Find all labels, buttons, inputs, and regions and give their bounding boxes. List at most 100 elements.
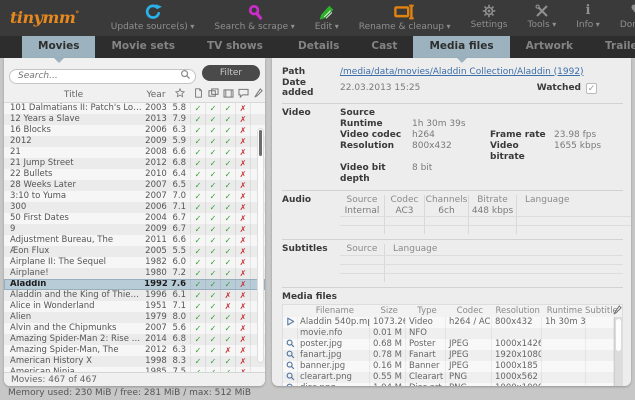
play-icon[interactable] — [283, 317, 298, 328]
movie-row[interactable]: Airplane! 1980 7.2 ✓ ✓ ✓ ✗ — [4, 267, 265, 279]
movie-row[interactable]: 9 2009 6.7 ✓ ✓ ✓ ✗ — [4, 223, 265, 235]
watched-checkbox[interactable]: ✓ — [586, 82, 597, 94]
movie-row[interactable]: Alice in Wonderland 1951 7.1 ✓ ✓ ✗ ✗ — [4, 300, 265, 312]
subtitles-section-label: Subtitles — [282, 244, 328, 254]
media-file-row[interactable]: clearart.png 0.55 M Clearart PNG 1000x562 — [283, 372, 622, 383]
media-file-row[interactable]: poster.jpg 0.68 M Poster JPEG 1000x1426 — [283, 339, 622, 350]
column-filename[interactable]: Filename — [298, 305, 370, 317]
movie-row[interactable]: American History X 1998 8.3 ✓ ✓ ✓ ✗ — [4, 355, 265, 367]
donate-button[interactable]: Donate — [610, 0, 635, 30]
trailer-icon[interactable] — [221, 88, 236, 101]
tab-details[interactable]: Details — [282, 36, 355, 58]
tab-cast[interactable]: Cast — [355, 36, 413, 58]
movie-row[interactable]: 16 Blocks 2006 6.3 ✓ ✓ ✓ ✗ — [4, 124, 265, 136]
movie-row[interactable]: Amazing Spider-Man, The 2012 6.3 ✓ ✓ ✗ ✗ — [4, 344, 265, 356]
tab-movies[interactable]: Movies — [22, 36, 96, 63]
trailer-present-check-icon: ✓ — [221, 355, 236, 367]
zoom-icon[interactable] — [283, 339, 298, 350]
movie-row[interactable]: Amazing Spider-Man 2: Rise of Electro, .… — [4, 333, 265, 345]
column-year[interactable]: Year — [143, 90, 169, 100]
scrollbar-thumb[interactable] — [616, 319, 621, 351]
tab-tv-shows[interactable]: TV shows — [191, 36, 279, 58]
bit-depth-label: Video bit depth — [340, 163, 386, 184]
column-size[interactable]: Size — [370, 305, 406, 317]
edit-button[interactable]: Edit — [305, 0, 349, 32]
subtitle-missing-cross-icon: ✗ — [236, 300, 251, 312]
tab-media-files[interactable]: Media files — [413, 36, 510, 63]
subtitle-missing-cross-icon: ✗ — [236, 278, 251, 290]
column-runtime[interactable]: Runtime — [541, 305, 585, 317]
tab-movie-sets[interactable]: Movie sets — [95, 36, 191, 58]
settings-button[interactable]: Settings — [461, 0, 518, 30]
images-present-check-icon: ✓ — [206, 190, 221, 202]
nfo-present-check-icon: ✓ — [191, 344, 206, 356]
subtitle-missing-cross-icon: ✗ — [236, 311, 251, 323]
column-resolution[interactable]: Resolution — [491, 305, 541, 317]
subtitles-icon[interactable] — [236, 88, 251, 101]
movie-row[interactable]: Alien 1979 8.0 ✓ ✓ ✓ ✗ — [4, 311, 265, 323]
trailer-present-check-icon: ✓ — [221, 201, 236, 213]
nfo-present-check-icon: ✓ — [191, 322, 206, 334]
rename-and-cleanup-button[interactable]: Rename & cleanup — [349, 0, 461, 32]
filter-button[interactable]: Filter — [202, 65, 260, 82]
path-link[interactable]: /media/data/movies/Aladdin Collection/Al… — [340, 67, 584, 77]
subtitle-missing-cross-icon: ✗ — [236, 157, 251, 169]
movie-row[interactable]: Aladdin 1992 7.6 ✓ ✓ ✓ ✗ — [4, 278, 265, 290]
zoom-icon[interactable] — [283, 361, 298, 372]
trailer-missing-cross-icon: ✗ — [221, 289, 236, 301]
column-codec[interactable]: Codec — [445, 305, 491, 317]
movie-row[interactable]: 21 Jump Street 2012 6.8 ✓ ✓ ✓ ✗ — [4, 157, 265, 169]
media-file-row[interactable]: movie.nfo 0.01 M NFO — [283, 328, 622, 339]
column-title[interactable]: Title — [4, 90, 143, 100]
trailer-present-check-icon: ✓ — [221, 190, 236, 202]
nfo-present-check-icon: ✓ — [191, 333, 206, 345]
trailer-present-check-icon: ✓ — [221, 113, 236, 125]
movie-row[interactable]: Adjustment Bureau, The 2011 6.6 ✓ ✓ ✓ ✗ — [4, 234, 265, 246]
media-file-row[interactable]: fanart.jpg 0.78 M Fanart JPEG 1920x1080 — [283, 350, 622, 361]
movie-row[interactable]: 22 Bullets 2010 6.4 ✓ ✓ ✓ ✗ — [4, 168, 265, 180]
column-subtitle[interactable]: Subtitle — [585, 305, 618, 317]
movie-row[interactable]: 50 First Dates 2004 6.7 ✓ ✓ ✓ ✗ — [4, 212, 265, 224]
edit-columns-pencil-icon[interactable] — [613, 305, 622, 317]
media-file-row[interactable]: Aladdin 540p.mp41073.26 MVideoh264 / AC3… — [283, 317, 622, 328]
zoom-icon[interactable] — [283, 350, 298, 361]
movie-row[interactable]: Alvin and the Chipmunks 2007 5.6 ✓ ✓ ✓ ✗ — [4, 322, 265, 334]
subtitle-missing-cross-icon: ✗ — [236, 256, 251, 268]
zoom-icon[interactable] — [283, 372, 298, 383]
media-file-row[interactable]: banner.jpg 0.16 M Banner JPEG 1000x185 — [283, 361, 622, 372]
star-icon[interactable] — [169, 87, 191, 101]
audio-section-label: Audio — [282, 195, 312, 205]
nfo-present-check-icon: ✓ — [191, 146, 206, 158]
movie-row[interactable]: Airplane II: The Sequel 1982 6.0 ✓ ✓ ✓ ✗ — [4, 256, 265, 268]
images-icon[interactable] — [206, 88, 221, 101]
movie-row[interactable]: Æon Flux 2005 5.5 ✓ ✓ ✓ ✗ — [4, 245, 265, 257]
trailer-present-check-icon: ✓ — [221, 146, 236, 158]
movie-row[interactable]: 12 Years a Slave 2013 7.9 ✓ ✓ ✓ ✗ — [4, 113, 265, 125]
tab-trailer[interactable]: Trailer — [589, 36, 635, 58]
search-and-scrape-button[interactable]: Search & scrape — [204, 0, 304, 32]
movie-table-body: 101 Dalmatians II: Patch's London Adve..… — [4, 102, 265, 378]
info-button[interactable]: i Info — [566, 0, 610, 30]
scrollbar-thumb[interactable] — [259, 129, 262, 156]
movie-row[interactable]: 101 Dalmatians II: Patch's London Adve..… — [4, 102, 265, 114]
movie-list-scrollbar[interactable] — [257, 127, 264, 363]
movie-row[interactable]: 21 2008 6.6 ✓ ✓ ✓ ✗ — [4, 146, 265, 158]
edit-columns-pencil-icon[interactable] — [251, 88, 265, 101]
update-sources-button[interactable]: Update source(s) — [101, 0, 205, 32]
video-section: Video Source Runtime 1h 30m 39s Video cod… — [282, 103, 623, 185]
tab-artwork[interactable]: Artwork — [510, 36, 589, 58]
nfo-file-icon[interactable] — [191, 88, 206, 101]
column-type[interactable]: Type — [406, 305, 446, 317]
movie-row[interactable]: 3:10 to Yuma 2007 7.0 ✓ ✓ ✓ ✗ — [4, 190, 265, 202]
search-input[interactable] — [9, 68, 196, 84]
movie-row[interactable]: 300 2006 7.1 ✓ ✓ ✓ ✗ — [4, 201, 265, 213]
movie-row[interactable]: 2012 2009 5.9 ✓ ✓ ✓ ✗ — [4, 135, 265, 147]
movie-row[interactable]: Aladdin and the King of Thieves 1996 6.1 ✓ ✓… — [4, 289, 265, 301]
nfo-present-check-icon: ✓ — [191, 179, 206, 191]
movie-row[interactable]: 28 Weeks Later 2007 6.5 ✓ ✓ ✓ ✗ — [4, 179, 265, 191]
tools-button[interactable]: Tools — [517, 0, 566, 30]
media-files-scrollbar[interactable] — [614, 317, 622, 386]
video-codec-label: Video codec — [340, 130, 402, 140]
trailer-present-check-icon: ✓ — [221, 234, 236, 246]
subtitles-table-header: Source Language — [340, 244, 623, 255]
